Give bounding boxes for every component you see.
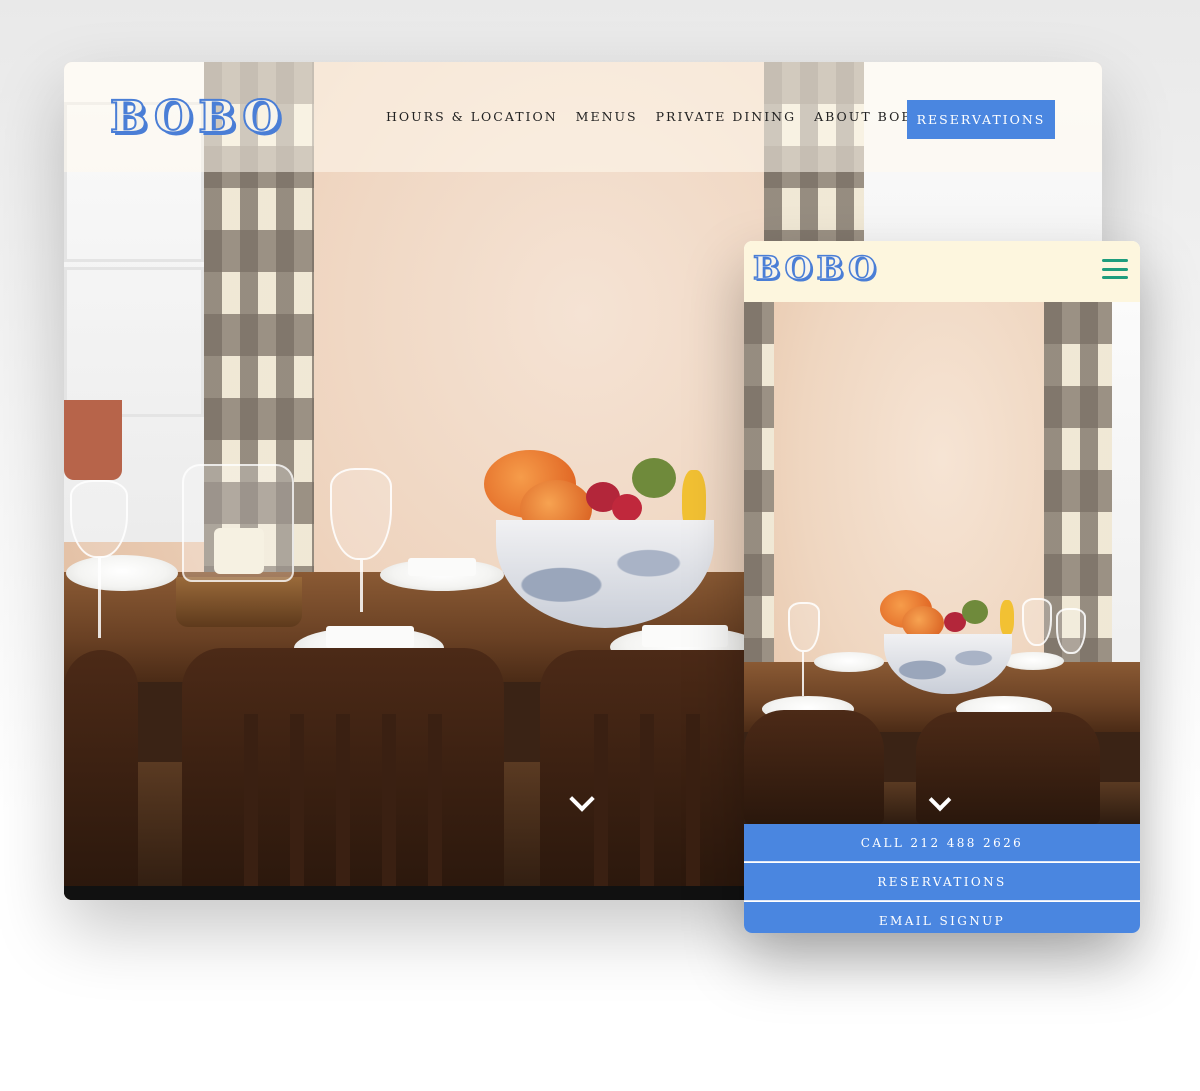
window-pane xyxy=(64,267,204,417)
chair-slat xyxy=(428,714,442,900)
bobo-logo[interactable]: BOBO xyxy=(752,248,880,288)
glass-stem xyxy=(98,558,101,638)
glass-stem xyxy=(802,652,804,696)
artichoke xyxy=(962,600,988,624)
napkin xyxy=(642,625,728,647)
wine-glass xyxy=(788,602,820,652)
chair-slat xyxy=(244,714,258,900)
chair-slat xyxy=(290,714,304,900)
candle xyxy=(214,528,264,574)
wine-glass xyxy=(1022,598,1052,646)
yellow-squash xyxy=(1000,600,1014,636)
hamburger-menu-icon[interactable] xyxy=(1102,259,1128,279)
nav-menus[interactable]: MENUS xyxy=(576,109,638,124)
flower-pot xyxy=(64,400,122,480)
desktop-nav: HOURS & LOCATION MENUS PRIVATE DINING AB… xyxy=(386,109,925,124)
hamburger-line xyxy=(1102,276,1128,279)
candle-base xyxy=(176,577,302,627)
artichoke xyxy=(632,458,676,498)
mobile-hero-photo xyxy=(744,302,1140,824)
reservations-button[interactable]: RESERVATIONS xyxy=(907,100,1055,139)
call-button[interactable]: CALL 212 488 2626 xyxy=(744,824,1140,862)
mobile-reservations-button[interactable]: RESERVATIONS xyxy=(744,863,1140,901)
nav-hours-location[interactable]: HOURS & LOCATION xyxy=(386,109,558,124)
wine-glass xyxy=(330,468,392,560)
bobo-logo[interactable]: BOBO xyxy=(109,91,287,144)
chair-slat xyxy=(336,714,350,900)
chair-slat xyxy=(640,714,654,900)
chair-slat xyxy=(594,714,608,900)
glass-stem xyxy=(360,560,363,612)
napkin xyxy=(408,558,476,576)
chair xyxy=(744,710,884,824)
napkin xyxy=(326,626,414,648)
mobile-site-preview: BOBO CALL 212 488 2626 RESERVATIONS EMAI… xyxy=(744,241,1140,933)
plate xyxy=(814,652,884,672)
email-signup-button[interactable]: EMAIL SIGNUP xyxy=(744,902,1140,933)
wine-glass xyxy=(70,480,128,558)
hamburger-line xyxy=(1102,259,1128,262)
desktop-header: BOBO HOURS & LOCATION MENUS PRIVATE DINI… xyxy=(64,62,1102,172)
plate xyxy=(1002,652,1064,670)
chair-slat xyxy=(382,714,396,900)
wine-glass xyxy=(1056,608,1086,654)
chair xyxy=(64,650,138,900)
nav-private-dining[interactable]: PRIVATE DINING xyxy=(656,109,796,124)
mobile-header: BOBO xyxy=(744,241,1140,302)
hamburger-line xyxy=(1102,267,1128,271)
radish xyxy=(612,494,642,522)
plate xyxy=(66,555,178,591)
chair-slat xyxy=(686,714,700,900)
